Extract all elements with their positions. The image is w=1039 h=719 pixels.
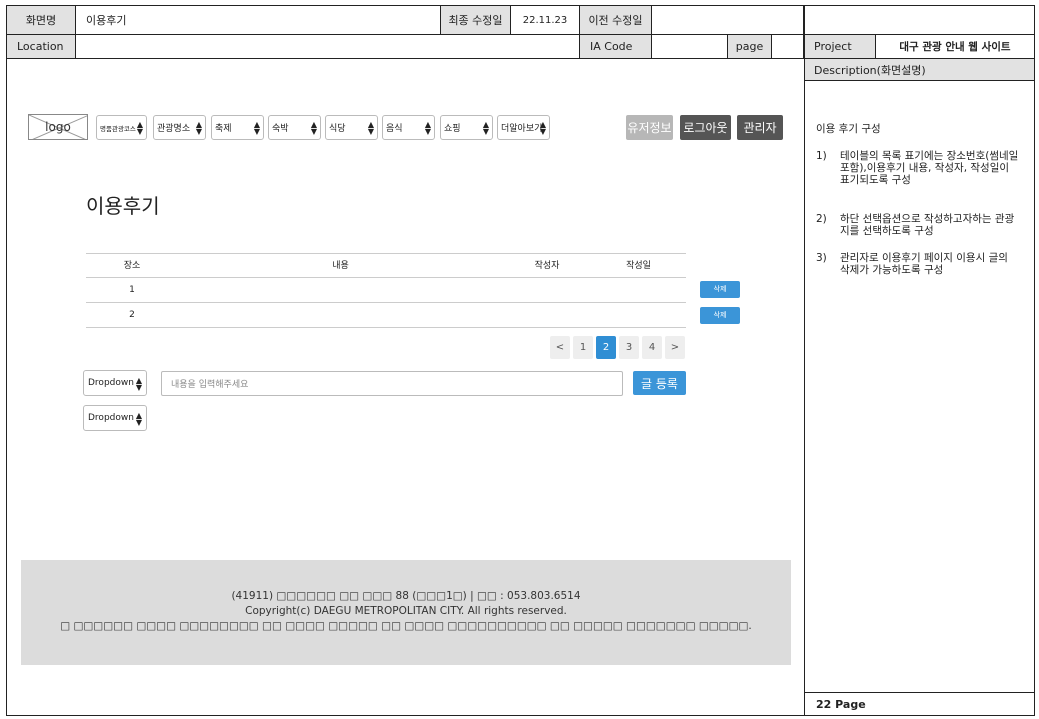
nav-select-attractions[interactable]: 관광명소 ▲ ▼ (153, 115, 206, 140)
dropdown-label: Dropdown (88, 413, 134, 423)
ia-code-label: IA Code (580, 35, 652, 59)
description-panel (804, 5, 1035, 716)
footer-address: (41911) □□□□□□ □□ □□□ 88 (□□□1□) | □□ : … (231, 590, 581, 602)
pagination-next[interactable]: > (665, 336, 685, 359)
select-arrows-icon: ▲ ▼ (253, 120, 260, 136)
select-arrows-icon: ▲ ▼ (424, 120, 431, 136)
ia-code-value (652, 35, 728, 59)
description-label: Description(화면설명) (805, 59, 1034, 81)
column-header-author: 작성자 (534, 261, 560, 271)
screen-name-value: 이용후기 (76, 5, 441, 35)
nav-select-label: 음식 (386, 124, 403, 134)
select-arrows-icon: ▲ ▼ (136, 120, 143, 136)
select-arrows-icon: ▲ ▼ (539, 120, 546, 136)
nav-select-label: 축제 (215, 124, 232, 134)
nav-select-food[interactable]: 음식 ▲ ▼ (382, 115, 435, 140)
secondary-dropdown[interactable]: Dropdown ▲ ▼ (83, 405, 147, 431)
screen-name-label: 화면명 (6, 5, 76, 35)
user-info-button[interactable]: 유저정보 (626, 115, 673, 140)
submit-post-button[interactable]: 글 등록 (633, 371, 686, 395)
cell-content (178, 303, 503, 327)
cell-author (503, 303, 591, 327)
review-table: 장소 내용 작성자 작성일 1 2 (86, 253, 686, 328)
nav-select-lodging[interactable]: 숙박 ▲ ▼ (268, 115, 321, 140)
nav-select-restaurant[interactable]: 식당 ▲ ▼ (325, 115, 378, 140)
note-text: 관리자로 이용후기 페이지 이용시 글의 삭제가 가능하도록 구성 (840, 252, 1008, 276)
nav-select-shopping[interactable]: 쇼핑 ▲ ▼ (440, 115, 493, 140)
logo-label: logo (45, 120, 71, 134)
page-title: 이용후기 (86, 194, 160, 218)
select-arrows-icon: ▲ ▼ (135, 376, 142, 392)
logout-button[interactable]: 로그아웃 (680, 115, 731, 140)
logo[interactable]: logo (28, 114, 88, 140)
note-number: 2) (816, 213, 827, 225)
select-arrows-icon: ▲ ▼ (482, 120, 489, 136)
nav-select-course[interactable]: 명품관광코스 ▲ ▼ (96, 115, 147, 140)
pagination-prev[interactable]: < (550, 336, 570, 359)
select-arrows-icon: ▲ ▼ (135, 411, 142, 427)
last-modified-value: 22.11.23 (511, 5, 580, 35)
pagination-page-3[interactable]: 3 (619, 336, 639, 359)
delete-button[interactable]: 삭제 (700, 281, 740, 298)
nav-select-label: 식당 (329, 124, 346, 134)
cell-place: 1 (129, 285, 135, 295)
column-header-place: 장소 (123, 261, 141, 271)
delete-button[interactable]: 삭제 (700, 307, 740, 324)
nav-select-label: 더알아보기 (501, 124, 543, 134)
last-modified-label: 최종 수정일 (441, 5, 511, 35)
prev-modified-value (652, 5, 804, 35)
table-row[interactable]: 1 (86, 278, 686, 303)
column-header-date: 작성일 (626, 261, 651, 271)
pagination-page-1[interactable]: 1 (573, 336, 593, 359)
dropdown-label: Dropdown (88, 378, 134, 388)
nav-select-label: 명품관광코스 (100, 124, 136, 133)
select-arrows-icon: ▲ ▼ (310, 120, 317, 136)
cell-content (178, 278, 503, 302)
pagination-page-2[interactable]: 2 (596, 336, 616, 359)
description-heading: 이용 후기 구성 (816, 123, 881, 135)
cell-author (503, 278, 591, 302)
page-label: page (728, 35, 772, 59)
prev-modified-label: 이전 수정일 (580, 5, 652, 35)
admin-button[interactable]: 관리자 (737, 115, 783, 140)
cell-place: 2 (129, 310, 135, 320)
nav-select-festival[interactable]: 축제 ▲ ▼ (211, 115, 264, 140)
note-number: 1) (816, 150, 827, 162)
note-text: 하단 선택옵션으로 작성하고자하는 관광지를 선택하도록 구성 (840, 213, 1015, 237)
footer-copyright: Copyright(c) DAEGU METROPOLITAN CITY. Al… (245, 605, 567, 617)
page-value (772, 35, 804, 59)
nav-select-label: 관광명소 (157, 124, 191, 134)
table-row[interactable]: 2 (86, 303, 686, 328)
column-header-content: 내용 (332, 261, 349, 271)
review-content-input[interactable]: 내용을 입력해주세요 (161, 371, 623, 396)
table-header-row: 장소 내용 작성자 작성일 (86, 253, 686, 278)
select-arrows-icon: ▲ ▼ (195, 120, 202, 136)
site-footer: (41911) □□□□□□ □□ □□□ 88 (□□□1□) | □□ : … (21, 560, 791, 665)
location-value (76, 35, 580, 59)
nav-select-label: 쇼핑 (444, 124, 461, 134)
nav-select-more[interactable]: 더알아보기 ▲ ▼ (497, 115, 550, 140)
place-dropdown[interactable]: Dropdown ▲ ▼ (83, 370, 147, 396)
cell-date (591, 303, 686, 327)
select-arrows-icon: ▲ ▼ (367, 120, 374, 136)
note-text: 테이블의 목록 표기에는 장소번호(썸네일포함),이용후기 내용, 작성자, 작… (840, 150, 1019, 186)
note-number: 3) (816, 252, 827, 264)
nav-select-label: 숙박 (272, 124, 289, 134)
pagination-page-4[interactable]: 4 (642, 336, 662, 359)
location-label: Location (6, 35, 76, 59)
cell-date (591, 278, 686, 302)
footer-notice: □ □□□□□□ □□□□ □□□□□□□□ □□ □□□□ □□□□□ □□ … (60, 620, 752, 632)
page-number: 22 Page (805, 692, 1034, 715)
